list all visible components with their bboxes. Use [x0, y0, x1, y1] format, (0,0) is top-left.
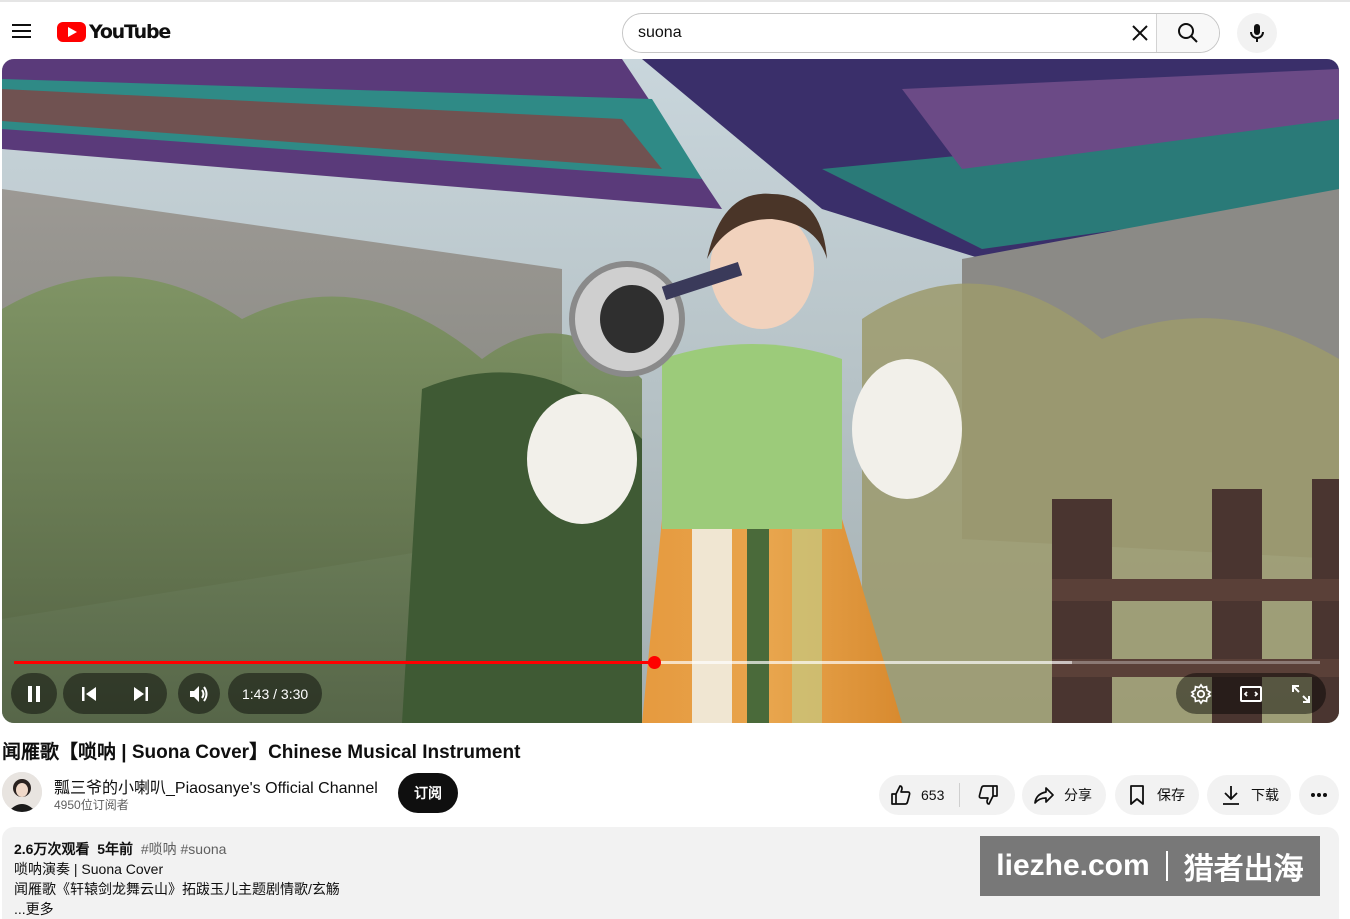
more-actions-button[interactable]: [1299, 775, 1339, 815]
played-bar: [14, 661, 654, 664]
download-button[interactable]: 下载: [1207, 775, 1291, 815]
settings-button[interactable]: [1181, 673, 1222, 714]
share-label: 分享: [1064, 787, 1092, 803]
voice-search-button[interactable]: [1237, 13, 1277, 53]
close-icon[interactable]: [1128, 21, 1152, 45]
like-dislike-group: 653: [879, 775, 1015, 815]
right-controls: [1176, 673, 1326, 714]
youtube-logo[interactable]: YouTube: [57, 20, 171, 44]
settings-icon: [1190, 682, 1212, 705]
theater-icon: [1240, 685, 1262, 702]
search-input[interactable]: [623, 14, 1158, 52]
top-bar: YouTube: [0, 0, 1350, 58]
view-count: 2.6万次观看: [14, 841, 90, 857]
video-frame: [2, 59, 1339, 723]
share-button[interactable]: 分享: [1022, 775, 1106, 815]
save-button[interactable]: 保存: [1115, 775, 1199, 815]
volume-icon: [189, 685, 207, 702]
previous-icon: [82, 686, 96, 701]
search-icon: [1178, 23, 1198, 43]
watermark-left: liezhe.com: [996, 849, 1150, 882]
watermark: liezhe.com 猎者出海: [980, 836, 1320, 896]
save-label: 保存: [1157, 787, 1185, 803]
search-button[interactable]: [1156, 14, 1219, 52]
dislike-icon: [978, 785, 998, 805]
previous-button[interactable]: [63, 673, 115, 714]
search-bar: [622, 13, 1220, 53]
download-label: 下载: [1251, 787, 1279, 803]
avatar[interactable]: [2, 772, 42, 812]
mic-icon: [1250, 24, 1264, 42]
upload-age: 5年前: [97, 841, 134, 857]
video-title: 闻雁歌【唢呐 | Suona Cover】Chinese Musical Ins…: [2, 742, 521, 763]
fullscreen-button[interactable]: [1281, 673, 1322, 714]
video-player[interactable]: 1:43 / 3:30: [2, 59, 1339, 723]
watermark-right: 猎者出海: [1183, 853, 1304, 886]
save-icon: [1130, 785, 1144, 805]
like-icon: [891, 785, 911, 805]
watermark-separator: [1165, 851, 1168, 881]
subscriber-count: 4950位订阅者: [54, 798, 129, 812]
more-icon: [1311, 793, 1327, 797]
theater-mode-button[interactable]: [1231, 673, 1272, 714]
progress-bar[interactable]: [14, 656, 1320, 669]
dislike-button[interactable]: [960, 775, 1015, 815]
download-icon: [1223, 786, 1239, 805]
logo-text: YouTube: [89, 21, 171, 43]
fullscreen-icon: [1292, 684, 1310, 703]
like-button[interactable]: 653: [879, 775, 959, 815]
pause-icon: [28, 685, 40, 702]
volume-button[interactable]: [178, 673, 219, 714]
subscribe-button[interactable]: 订阅: [398, 773, 458, 813]
pause-button-wrap: [11, 673, 57, 714]
volume-wrap: [178, 673, 220, 714]
pause-button[interactable]: [11, 673, 57, 714]
scrubber-handle[interactable]: [647, 656, 661, 669]
next-icon: [134, 686, 148, 701]
time-display: 1:43 / 3:30: [242, 685, 309, 702]
show-more-link[interactable]: ...更多: [14, 899, 1327, 919]
like-count: 653: [921, 787, 945, 803]
channel-name[interactable]: 瓢三爷的小喇叭_Piaosanye's Official Channel: [54, 774, 378, 798]
menu-icon[interactable]: [8, 15, 36, 47]
next-button[interactable]: [115, 673, 167, 714]
hashtags[interactable]: #唢呐 #suona: [141, 841, 227, 857]
time-display-wrap: 1:43 / 3:30: [228, 673, 323, 714]
youtube-logo-icon: [57, 22, 86, 42]
share-icon: [1034, 787, 1054, 804]
skip-controls: [63, 673, 167, 714]
